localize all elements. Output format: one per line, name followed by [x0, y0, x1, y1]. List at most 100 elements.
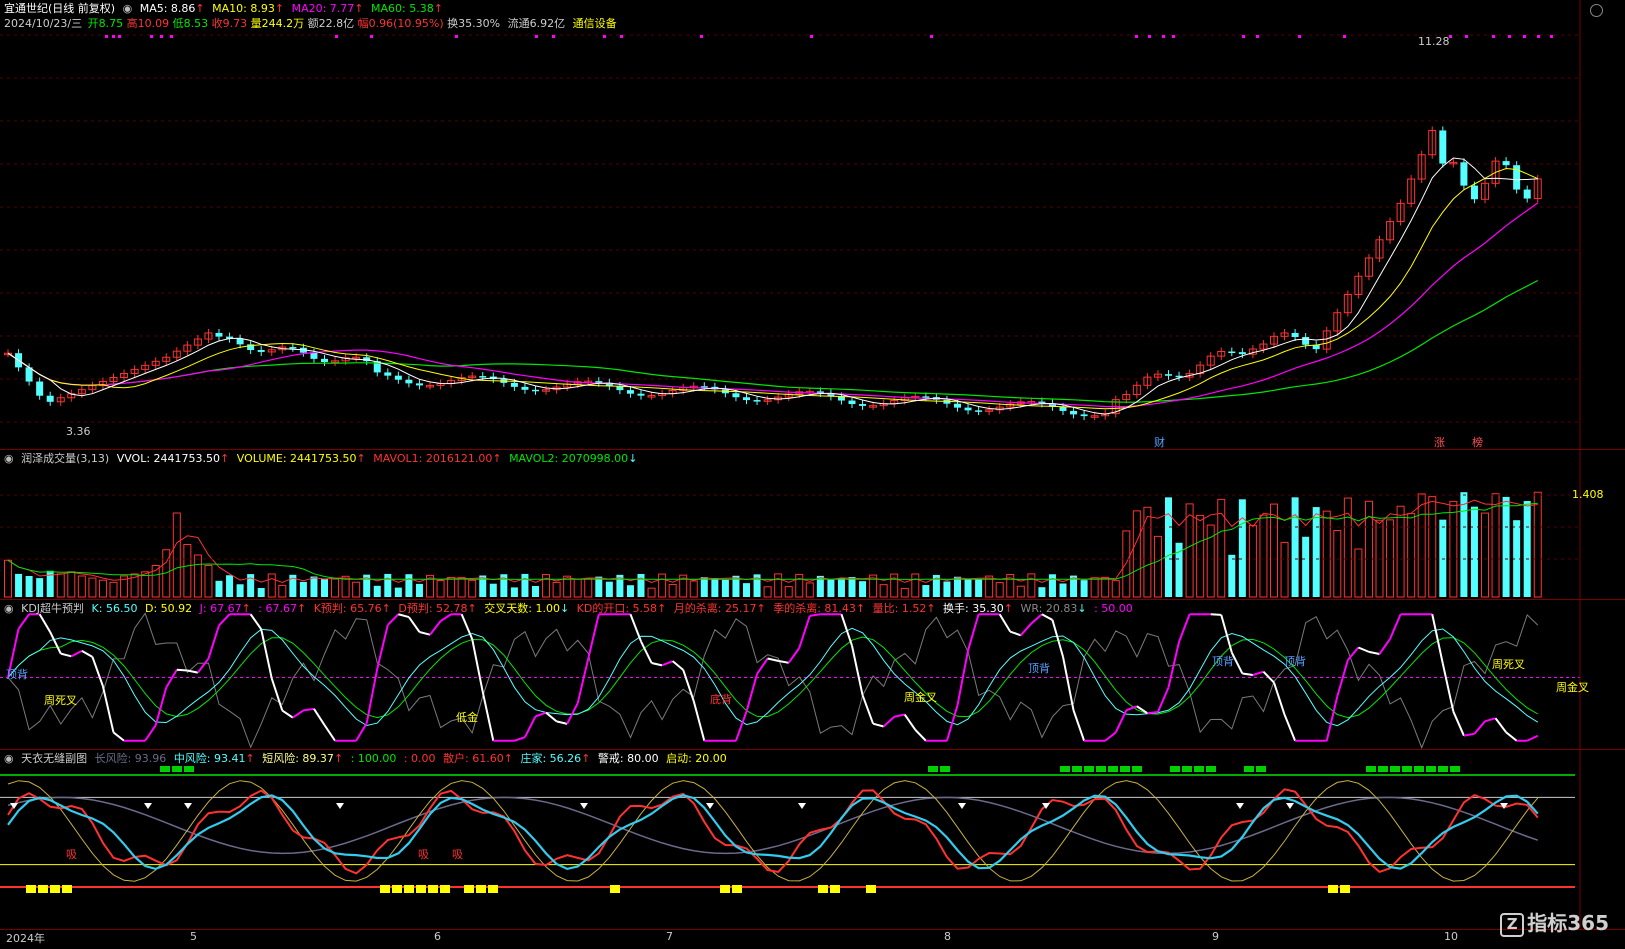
start-block — [50, 885, 60, 893]
candle-body — [1291, 332, 1299, 338]
risk-block — [1182, 766, 1192, 772]
volume-bar — [521, 573, 529, 597]
volume-bar — [1449, 500, 1458, 598]
panel-icon[interactable]: ◉ — [4, 452, 14, 465]
signal-dot — [1162, 35, 1165, 38]
tianyi-warn: 警戒: 80.00 — [597, 752, 659, 765]
kdj-j-segment — [60, 652, 72, 658]
volume-bar — [98, 579, 107, 598]
candle-body — [479, 376, 487, 378]
kdj-j-segment — [861, 694, 875, 725]
panel-icon[interactable]: ◉ — [4, 752, 14, 765]
risk-block — [1390, 766, 1400, 772]
signal-dot — [1256, 35, 1259, 38]
kdj-panel[interactable]: ◉ KDJ超牛预判 K: 56.50 D: 50.92 J: 67.67↑ : … — [0, 599, 1625, 750]
volume-bar — [552, 581, 561, 598]
volume-bar — [637, 573, 645, 597]
volume-bar — [1439, 519, 1447, 597]
volume-bar — [859, 581, 867, 597]
kdj-j-segment — [893, 713, 905, 718]
volume-bar — [215, 580, 223, 597]
panel-icon[interactable]: ◉ — [4, 602, 14, 615]
kdj-j-segment — [735, 711, 748, 742]
warn-triangle — [1286, 803, 1294, 809]
low-price-label: 3.36 — [66, 425, 91, 438]
kline-panel[interactable]: 宜通世纪(日线 前复权) ◉ MA5: 8.86↑ MA10: 8.93↑ MA… — [0, 0, 1625, 449]
volume-panel[interactable]: ◉ 润泽成交量(3,13) VVOL: 2441753.50↑ VOLUME: … — [0, 449, 1625, 600]
candle-body — [964, 407, 972, 411]
volume-bar — [1143, 506, 1152, 598]
volume-bar — [394, 587, 402, 597]
volume-bar — [805, 582, 814, 598]
kdj-j-segment — [481, 691, 495, 741]
volume-bar — [1481, 512, 1489, 598]
signal-dot — [170, 35, 173, 38]
kdj-tag-top-div-3: 顶背 — [1212, 655, 1234, 668]
kdj-j-segment — [365, 668, 379, 724]
ma10-line — [7, 167, 1539, 410]
volume-bar — [668, 583, 677, 598]
start-block — [416, 885, 426, 893]
volume-bar — [911, 573, 920, 598]
signal-dot — [1148, 35, 1151, 38]
volume-bar — [4, 559, 12, 598]
start-block — [26, 885, 36, 893]
kdj-j-segment — [682, 669, 695, 702]
kdj-tag-bottom-div: 底背 — [710, 693, 732, 706]
kdj-j-segment — [882, 716, 895, 728]
mark-finance[interactable]: 财 — [1154, 434, 1165, 450]
kdj-j-segment — [38, 613, 52, 633]
warn-triangle — [958, 803, 966, 809]
panel-close-icon[interactable] — [1590, 4, 1603, 17]
signal-dot — [810, 35, 813, 38]
ma20-label: MA20: 7.77 — [291, 2, 355, 15]
volume-bar — [532, 586, 539, 597]
kdj-j-segment — [1505, 731, 1518, 742]
kdj-j-segment — [144, 724, 157, 742]
volume-bar — [257, 588, 265, 597]
kdj-j-segment — [945, 704, 959, 742]
kdj-j-segment — [1020, 622, 1033, 636]
kdj-j-segment — [1157, 687, 1170, 713]
volume-bar — [457, 577, 466, 598]
mark-rank[interactable]: 榜 — [1472, 434, 1483, 450]
kdj-j-segment — [187, 669, 199, 674]
volume-bar — [1196, 514, 1205, 598]
kdj-j-segment — [745, 673, 759, 712]
kdj-j-segment — [197, 658, 210, 674]
risk-block — [1132, 766, 1142, 772]
kdj-wr: WR: 20.83 — [1020, 602, 1078, 615]
kdj-j-segment — [270, 678, 284, 711]
kdj-j-segment — [1526, 734, 1539, 742]
settings-icon[interactable]: ◉ — [123, 2, 133, 15]
volume-bar — [299, 581, 307, 597]
risk-block — [1084, 766, 1094, 772]
start-block — [1328, 885, 1338, 893]
volume-chart — [0, 450, 1581, 600]
start-block — [440, 885, 450, 893]
volume-bar — [964, 578, 972, 597]
kdj-title: KDJ超牛预判 — [21, 602, 85, 615]
signal-dot — [1523, 35, 1526, 38]
candle-body — [521, 386, 529, 390]
quote-industry[interactable]: 通信设备 — [573, 17, 617, 30]
kdj-j-segment — [1242, 672, 1254, 676]
volume-bar — [172, 512, 181, 598]
volume-bar — [1280, 541, 1289, 598]
risk-block — [172, 766, 182, 772]
kdj-j-segment — [1494, 717, 1507, 733]
signal-dot — [1492, 35, 1495, 38]
kdj-j-segment — [576, 658, 590, 704]
tianyi-title: 天衣无缝副图 — [21, 752, 88, 765]
volume-bar — [1038, 587, 1046, 597]
mark-limit-up[interactable]: 涨 — [1434, 434, 1445, 450]
kdj-j-segment — [1104, 731, 1117, 742]
kline-chart — [0, 0, 1581, 449]
mavol2-label: MAVOL2: 2070998.00 — [509, 452, 629, 465]
kdj-j-segment — [914, 729, 927, 742]
volume-bar — [1027, 573, 1036, 598]
tianyi-panel[interactable]: ◉ 天衣无缝副图 长风险: 93.96 中风险: 93.41↑ 短风险: 89.… — [0, 749, 1625, 930]
risk-block — [1072, 766, 1082, 772]
kdj-tag-low-gold: 低金 — [456, 711, 478, 724]
volume-title: 润泽成交量(3,13) — [21, 452, 110, 465]
